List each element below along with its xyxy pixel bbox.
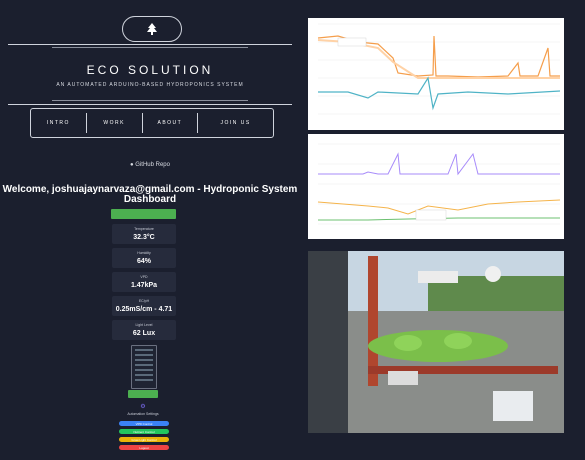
sensor-value: 64%	[136, 258, 151, 265]
divider-top-inner	[52, 47, 248, 48]
chart-panel-middle	[308, 134, 564, 239]
sensor-trend-chart-2	[308, 134, 564, 239]
sensor-card-humidity: Humidity 64%	[112, 248, 176, 268]
github-repo-link[interactable]: ● GitHub Repo	[0, 162, 300, 168]
divider-bottom	[8, 104, 292, 105]
automation-label: Automation Settings	[127, 412, 159, 416]
sensor-label: Temperature	[134, 227, 154, 231]
vpd-control-toggle[interactable]: VPD Control	[119, 421, 169, 426]
nav-join-us[interactable]: JOIN US	[197, 113, 273, 133]
hydroponic-photo	[308, 251, 564, 433]
sensor-label: Humidity	[137, 251, 151, 255]
sensor-value: 0.25mS/cm - 4.71	[115, 306, 173, 313]
github-repo-label: GitHub Repo	[135, 162, 170, 168]
sensor-card-light: Light Level 62 Lux	[112, 320, 176, 340]
left-column: ECO SOLUTION AN AUTOMATED ARDUINO-BASED …	[0, 0, 300, 460]
nav-work[interactable]: WORK	[85, 113, 142, 133]
main-nav: INTRO WORK ABOUT JOIN US	[30, 108, 274, 138]
nutrient-control-toggle[interactable]: Nutrient Control	[119, 429, 169, 434]
brand-tagline: AN AUTOMATED ARDUINO-BASED HYDROPONICS S…	[56, 82, 244, 88]
sensor-value: 1.47kPa	[130, 282, 158, 289]
tree-icon	[147, 23, 157, 35]
sensor-value: 62 Lux	[132, 330, 156, 337]
divider-bottom-inner	[52, 100, 248, 101]
settings-icon[interactable]: ⚙	[0, 403, 286, 410]
nav-about[interactable]: ABOUT	[141, 113, 198, 133]
apply-settings-button[interactable]	[128, 390, 158, 398]
sensor-label: VPD	[140, 275, 148, 279]
chart-panel-top	[308, 18, 564, 130]
sensor-trend-chart-1	[308, 18, 564, 130]
nav-intro[interactable]: INTRO	[31, 113, 86, 133]
sensor-label: Light Level	[135, 323, 153, 327]
brand-title: ECO SOLUTION	[86, 63, 214, 77]
welcome-heading: Welcome, joshuajaynarvaza@gmail.com - Hy…	[2, 184, 298, 205]
tree-logo-button[interactable]	[122, 16, 182, 42]
sensor-card-vpd: VPD 1.47kPa	[112, 272, 176, 292]
sensor-card-ec-ph: EC/pH 0.25mS/cm - 4.71	[112, 296, 176, 316]
hydroponic-image	[308, 251, 564, 433]
top-action-button[interactable]	[111, 209, 176, 219]
sensor-value: 32.3°C	[133, 234, 155, 241]
github-icon: ●	[130, 162, 134, 168]
logout-button[interactable]: Logout	[119, 445, 169, 450]
sensor-card-temperature: Temperature 32.3°C	[112, 224, 176, 244]
grow-light-control-toggle[interactable]: Grow Light Control	[119, 437, 169, 442]
sensor-label: EC/pH	[138, 299, 150, 303]
divider-top	[8, 44, 292, 45]
mini-log-panel	[131, 345, 157, 389]
